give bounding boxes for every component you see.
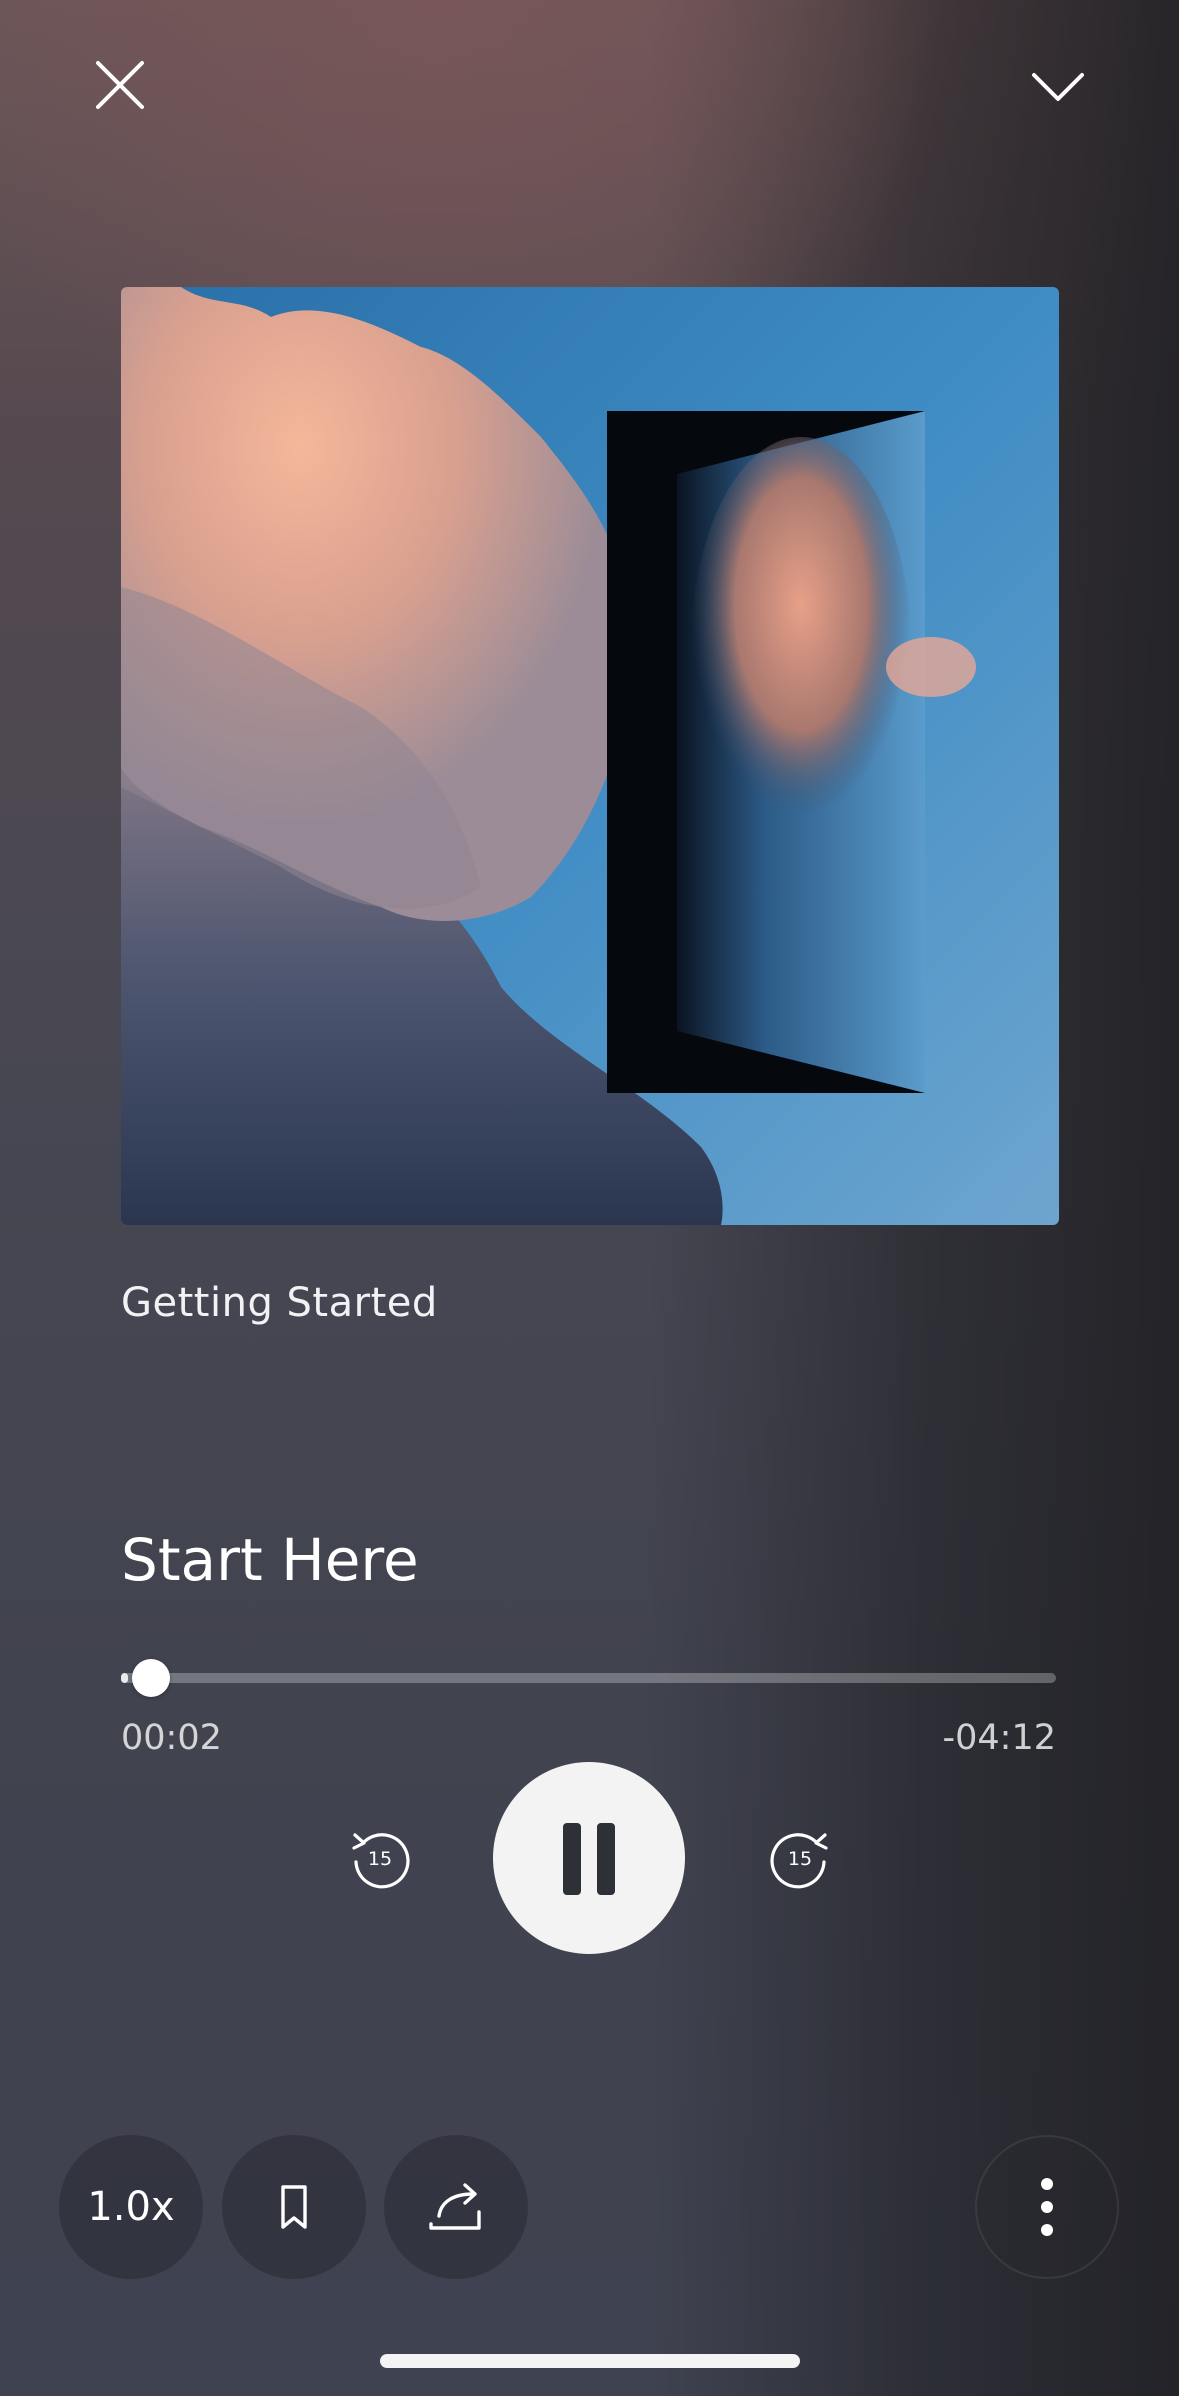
pause-button[interactable] — [493, 1762, 685, 1954]
skip-forward-button[interactable]: 15 — [760, 1818, 840, 1898]
bookmark-icon — [281, 2185, 307, 2229]
skip-back-button[interactable]: 15 — [340, 1818, 420, 1898]
share-icon — [429, 2183, 481, 2230]
progress-scrubber[interactable] — [132, 1659, 171, 1697]
skip-forward-seconds: 15 — [787, 1848, 813, 1870]
album-artwork — [121, 287, 1059, 1225]
home-indicator — [380, 2354, 800, 2368]
playback-speed-button[interactable]: 1.0x — [59, 2135, 203, 2279]
skip-back-seconds: 15 — [367, 1848, 393, 1870]
track-title: Start Here — [121, 1526, 419, 1594]
time-elapsed: 00:02 — [121, 1718, 222, 1758]
bookmark-button[interactable] — [222, 2135, 366, 2279]
more-vertical-icon — [1041, 2178, 1053, 2236]
chevron-down-icon — [1032, 73, 1084, 101]
collapse-button[interactable] — [1018, 45, 1098, 125]
pause-icon — [563, 1823, 615, 1895]
share-button[interactable] — [384, 2135, 528, 2279]
close-button[interactable] — [80, 45, 160, 125]
playback-speed-label: 1.0x — [87, 2184, 175, 2230]
collection-title: Getting Started — [121, 1280, 438, 1326]
progress-track[interactable] — [121, 1673, 1056, 1683]
time-remaining: -04:12 — [942, 1718, 1057, 1758]
progress-fill — [121, 1673, 129, 1683]
more-options-button[interactable] — [975, 2135, 1119, 2279]
close-icon — [96, 61, 144, 109]
